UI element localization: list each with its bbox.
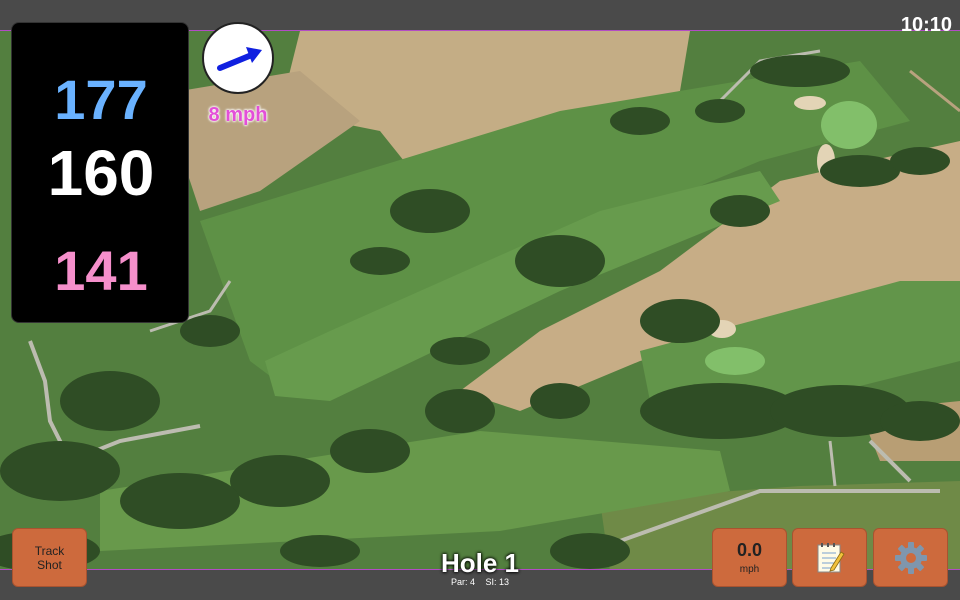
middle-of-green-distance: 160	[47, 137, 155, 209]
notepad-icon	[817, 542, 845, 572]
gear-icon	[894, 541, 927, 574]
speed-value: 0.0	[736, 540, 763, 560]
track-shot-label-line1: Track	[34, 543, 65, 558]
back-of-green-distance: 177	[54, 68, 148, 131]
speed-unit: mph	[739, 564, 760, 575]
wind-indicator[interactable]	[202, 22, 274, 94]
hole-info: Par: 4 SI: 13	[380, 577, 580, 587]
hole-par: Par: 4	[450, 577, 475, 587]
settings-button[interactable]	[873, 528, 948, 587]
status-clock: 10:10	[900, 14, 952, 36]
track-shot-button[interactable]: Track Shot	[12, 528, 87, 587]
yardage-panel: 177 160 141	[11, 22, 189, 323]
hole-stroke-index: SI: 13	[485, 577, 510, 587]
wind-arrow-icon	[217, 47, 262, 71]
track-shot-label-line2: Shot	[37, 557, 62, 572]
wind-speed-label: 8 mph	[208, 104, 268, 126]
speed-button[interactable]: 0.0 mph	[712, 528, 787, 587]
front-of-green-distance: 141	[54, 239, 148, 302]
notes-button[interactable]	[792, 528, 867, 587]
hole-title: Hole 1	[440, 548, 520, 578]
